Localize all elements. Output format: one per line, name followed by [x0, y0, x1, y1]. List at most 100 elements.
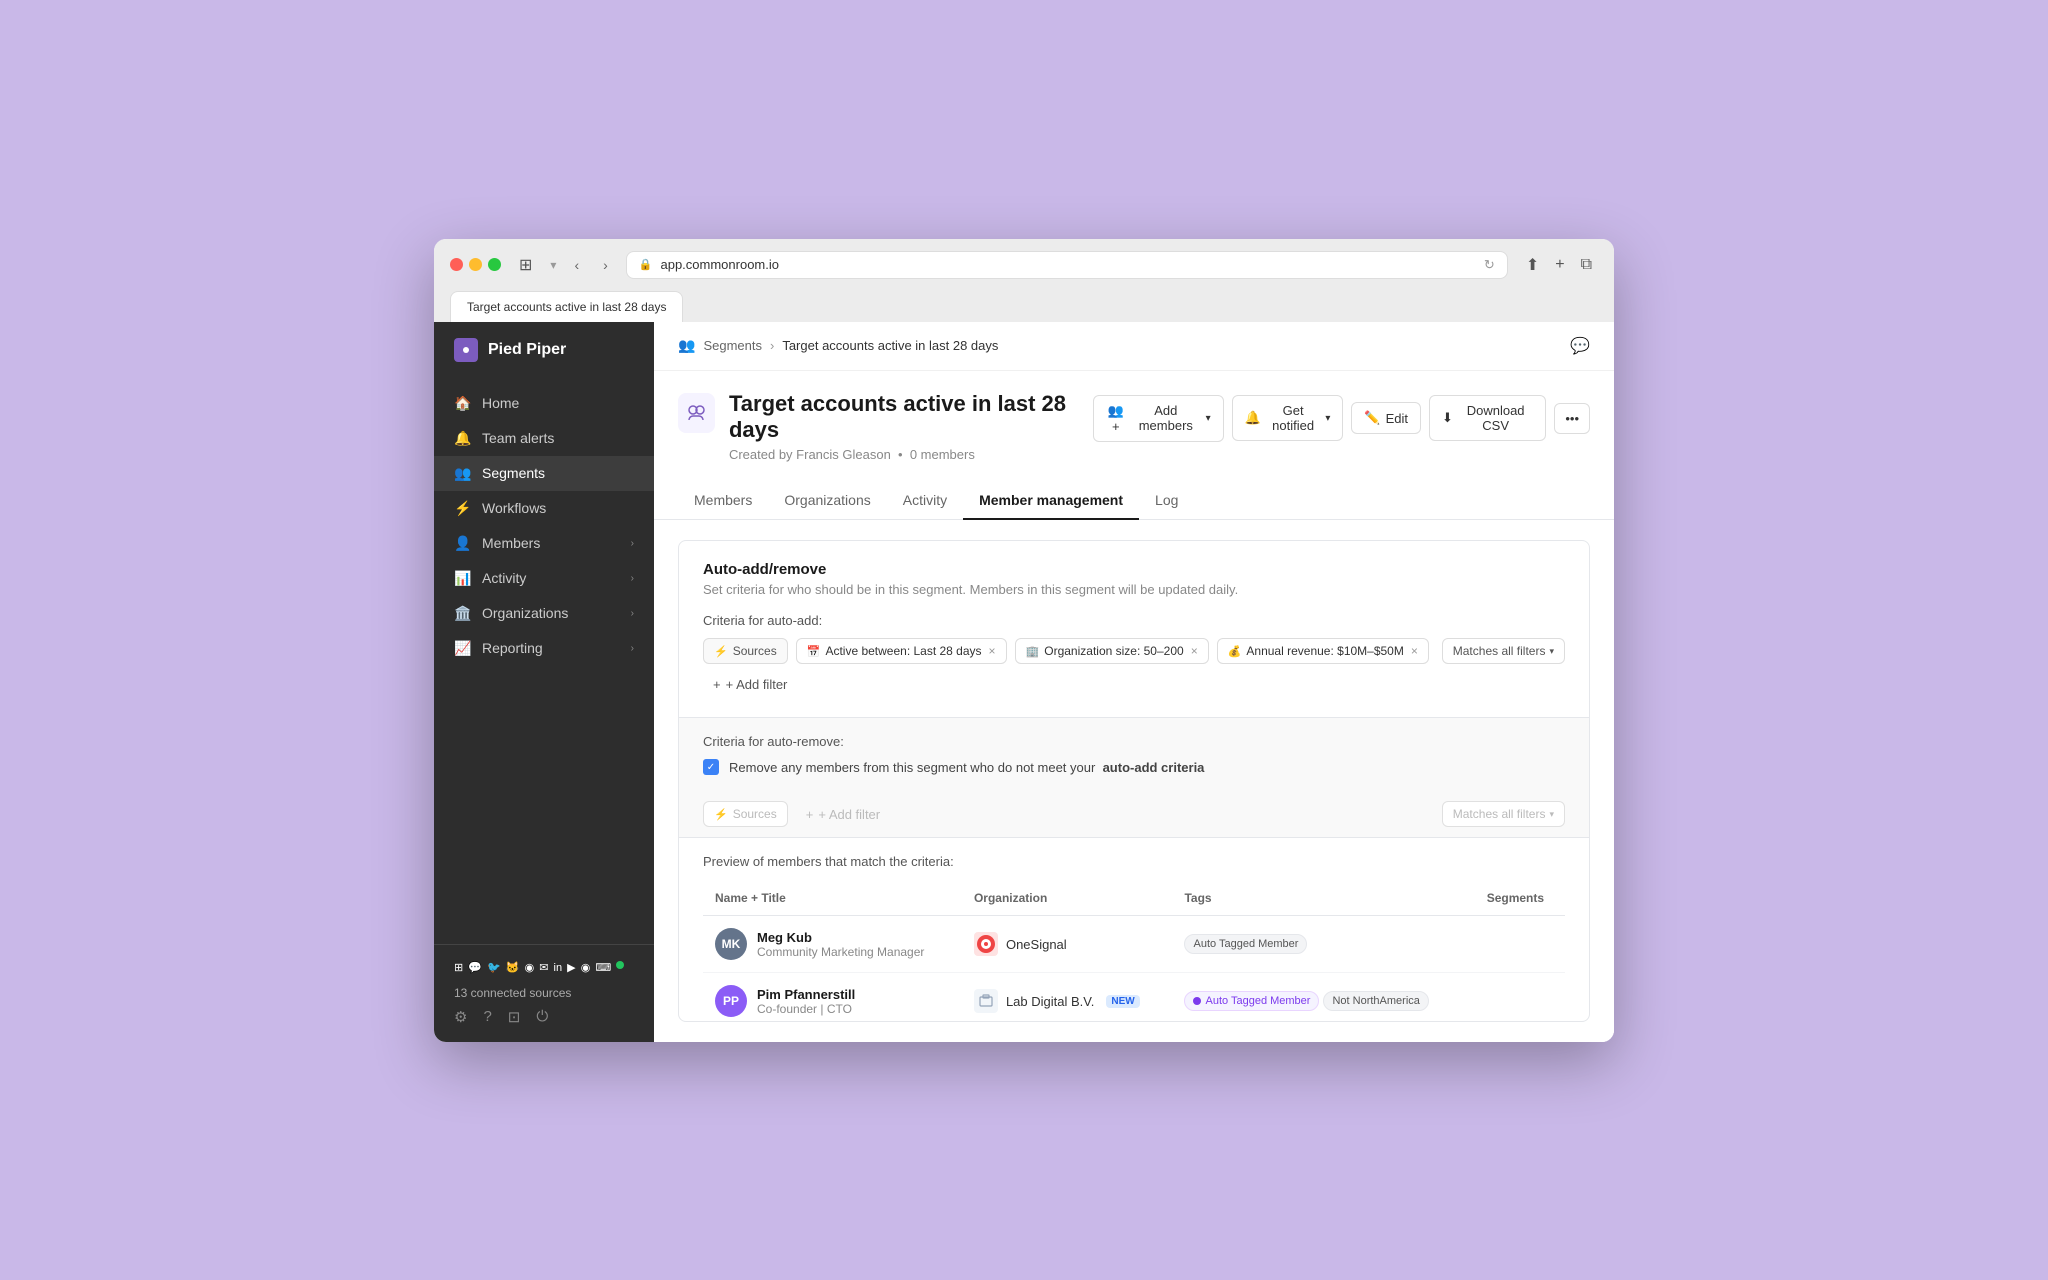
- breadcrumb-parent[interactable]: Segments: [703, 338, 762, 353]
- sources-filter-chip[interactable]: ⚡ Sources: [703, 638, 788, 664]
- connected-label: 13 connected sources: [454, 986, 634, 1000]
- tags-cell-2: Auto Tagged Member Not NorthAmerica: [1172, 973, 1474, 1022]
- sidebar-item-label: Workflows: [482, 500, 546, 516]
- member-name[interactable]: Pim Pfannerstill: [757, 987, 855, 1002]
- org-name[interactable]: Lab Digital B.V.: [1006, 994, 1094, 1009]
- sidebar-item-home[interactable]: 🏠 Home: [434, 386, 654, 421]
- segments-icon-small: 👥: [678, 337, 695, 354]
- more-options-button[interactable]: •••: [1554, 403, 1590, 434]
- members-icon: 👤: [454, 535, 472, 552]
- page-title: Target accounts active in last 28 days: [729, 391, 1093, 444]
- chat-icon[interactable]: 💬: [1570, 336, 1590, 356]
- sidebar-brand[interactable]: Pied Piper: [434, 322, 654, 378]
- plus-icon: +: [713, 677, 721, 692]
- disabled-add-filter-button: + + Add filter: [796, 802, 890, 827]
- sidebar-item-label: Segments: [482, 465, 545, 481]
- annual-revenue-filter-chip[interactable]: 💰 Annual revenue: $10M–$50M ×: [1217, 638, 1429, 664]
- video-icon: ▶: [567, 962, 575, 974]
- sidebar-item-label: Organizations: [482, 605, 568, 621]
- col-organization: Organization: [962, 881, 1173, 916]
- github-icon: 🐱: [506, 962, 520, 974]
- matches-all-filters-dropdown[interactable]: Matches all filters ▾: [1442, 638, 1565, 664]
- org-size-filter-chip[interactable]: 🏢 Organization size: 50–200 ×: [1015, 638, 1209, 664]
- chevron-right-icon: ›: [631, 643, 634, 654]
- slack-icon: ⊞: [454, 962, 463, 974]
- edit-icon: ✏️: [1364, 410, 1380, 426]
- power-button[interactable]: ⏻: [536, 1008, 548, 1026]
- dropdown-arrow-icon: ▾: [1325, 413, 1330, 424]
- share-button[interactable]: ⬆: [1520, 251, 1545, 279]
- new-tab-button[interactable]: +: [1549, 252, 1570, 278]
- minimize-button[interactable]: [469, 258, 482, 271]
- remove-filter-icon[interactable]: ×: [1191, 644, 1198, 658]
- tag-purple[interactable]: Auto Tagged Member: [1184, 991, 1319, 1011]
- member-name[interactable]: Meg Kub: [757, 930, 924, 945]
- bell-small-icon: 🔔: [1245, 410, 1261, 426]
- org-cell-1: OneSignal: [962, 916, 1173, 973]
- add-members-icon: 👥+: [1106, 403, 1126, 434]
- active-between-filter-chip[interactable]: 📅 Active between: Last 28 days ×: [796, 638, 1007, 664]
- dropdown-chevron-icon: ▾: [1549, 646, 1554, 657]
- forward-button[interactable]: ›: [597, 253, 614, 277]
- connected-dot: [616, 961, 624, 969]
- back-button[interactable]: ‹: [568, 253, 585, 277]
- add-members-button[interactable]: 👥+ Add members ▾: [1093, 395, 1224, 442]
- download-csv-button[interactable]: ⬇ Download CSV: [1429, 395, 1546, 441]
- settings-button[interactable]: ⚙: [454, 1008, 467, 1026]
- header-actions: 👥+ Add members ▾ 🔔 Get notified ▾ ✏️ Edi…: [1093, 395, 1590, 442]
- sidebar-item-team-alerts[interactable]: 🔔 Team alerts: [434, 421, 654, 456]
- sidebar-item-members[interactable]: 👤 Members ›: [434, 526, 654, 561]
- segments-cell-1: [1475, 916, 1565, 973]
- maximize-button[interactable]: [488, 258, 501, 271]
- edit-button[interactable]: ✏️ Edit: [1351, 402, 1421, 434]
- brand-icon: [454, 338, 478, 362]
- tag[interactable]: Not NorthAmerica: [1323, 991, 1428, 1011]
- url-text: app.commonroom.io: [660, 257, 779, 272]
- help-button[interactable]: ?: [483, 1008, 491, 1026]
- tabs-button[interactable]: ⧉: [1575, 252, 1598, 278]
- traffic-lights[interactable]: [450, 258, 501, 271]
- auto-remove-checkbox[interactable]: ✓: [703, 759, 719, 775]
- plus-icon-disabled: +: [806, 807, 814, 822]
- remove-filter-icon[interactable]: ×: [989, 644, 996, 658]
- tag[interactable]: Auto Tagged Member: [1184, 934, 1307, 954]
- tab-organizations[interactable]: Organizations: [768, 482, 886, 520]
- sidebar-item-reporting[interactable]: 📈 Reporting ›: [434, 631, 654, 666]
- tags-cell-1: Auto Tagged Member: [1172, 916, 1474, 973]
- tab-members[interactable]: Members: [678, 482, 768, 520]
- org-logo: [974, 932, 998, 956]
- sidebar-toggle-button[interactable]: ⊞: [513, 253, 538, 277]
- close-button[interactable]: [450, 258, 463, 271]
- chevron-right-icon: ›: [631, 573, 634, 584]
- org-name[interactable]: OneSignal: [1006, 937, 1067, 952]
- sidebar-item-workflows[interactable]: ⚡ Workflows: [434, 491, 654, 526]
- avatar: PP: [715, 985, 747, 1017]
- tab-activity[interactable]: Activity: [887, 482, 963, 520]
- download-icon: ⬇: [1442, 410, 1453, 426]
- sidebar-item-activity[interactable]: 📊 Activity ›: [434, 561, 654, 596]
- disabled-sources-chip: ⚡ Sources: [703, 801, 788, 827]
- auto-remove-text: Remove any members from this segment who…: [729, 760, 1204, 775]
- activity-icon: 📊: [454, 570, 472, 587]
- tab-log[interactable]: Log: [1139, 482, 1194, 520]
- sidebar-item-segments[interactable]: 👥 Segments: [434, 456, 654, 491]
- member-title: Co-founder | CTO: [757, 1002, 855, 1016]
- avatar: MK: [715, 928, 747, 960]
- address-bar[interactable]: 🔒 app.commonroom.io ↻: [626, 251, 1508, 279]
- criteria-remove-label: Criteria for auto-remove:: [703, 734, 1565, 749]
- reporting-icon: 📈: [454, 640, 472, 657]
- tab-member-management[interactable]: Member management: [963, 482, 1139, 520]
- sidebar-item-organizations[interactable]: 🏛️ Organizations ›: [434, 596, 654, 631]
- reload-icon[interactable]: ↻: [1484, 257, 1495, 273]
- sidebar: Pied Piper 🏠 Home 🔔 Team alerts 👥 Segmen…: [434, 322, 654, 1042]
- add-filter-button[interactable]: + + Add filter: [703, 672, 797, 697]
- sources-icon: ⚡: [714, 645, 728, 658]
- browser-tab[interactable]: Target accounts active in last 28 days: [450, 291, 683, 322]
- remove-filter-icon[interactable]: ×: [1411, 644, 1418, 658]
- segment-icon: [678, 393, 715, 433]
- view-button[interactable]: ⊡: [508, 1008, 521, 1026]
- preview-section: Preview of members that match the criter…: [679, 838, 1589, 1021]
- get-notified-button[interactable]: 🔔 Get notified ▾: [1232, 395, 1344, 441]
- disabled-sources-label: Sources: [733, 807, 777, 821]
- home-icon: 🏠: [454, 395, 472, 412]
